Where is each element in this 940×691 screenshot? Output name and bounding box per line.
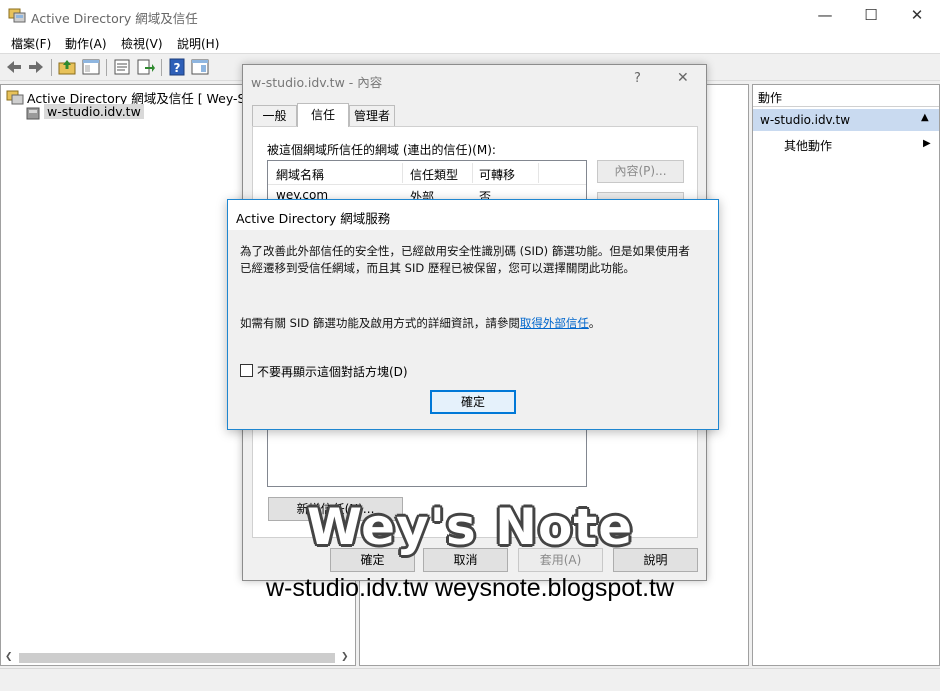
message-info-line: 如需有關 SID 篩選功能及啟用方式的詳細資訊，請參閱取得外部信任。 — [240, 315, 600, 331]
maximize-button[interactable]: ☐ — [848, 0, 894, 31]
show-hide-tree-icon[interactable] — [81, 57, 101, 77]
menu-file[interactable]: 檔案(F) — [11, 35, 51, 52]
dont-show-again-checkbox[interactable] — [240, 364, 253, 377]
svg-text:?: ? — [174, 61, 181, 75]
up-folder-icon[interactable] — [57, 57, 77, 77]
tab-general[interactable]: 一般 — [252, 105, 297, 127]
actions-header-label: 動作 — [758, 91, 783, 105]
dont-show-again-label[interactable]: 不要再顯示這個對話方塊(D) — [257, 363, 408, 380]
column-divider — [402, 163, 403, 183]
properties-icon[interactable] — [112, 57, 132, 77]
ad-domains-app-icon — [8, 8, 26, 23]
mmc-window: Active Directory 網域及信任 — ☐ ✕ 檔案(F) 動作(A)… — [0, 0, 940, 691]
column-divider — [472, 163, 473, 183]
external-trust-help-link[interactable]: 取得外部信任 — [520, 316, 589, 330]
horizontal-scrollbar-thumb[interactable] — [19, 653, 335, 663]
title-bar[interactable]: Active Directory 網域及信任 — ☐ ✕ — [0, 0, 940, 31]
message-info-suffix: 。 — [588, 316, 601, 330]
message-title-bar[interactable]: Active Directory 網域服務 — [228, 200, 718, 230]
message-title: Active Directory 網域服務 — [236, 211, 391, 226]
submenu-arrow-icon: ▶ — [923, 138, 931, 149]
outgoing-trusts-label: 被這個網域所信任的網域 (連出的信任)(M): — [267, 143, 496, 157]
list-header: 網域名稱 信任類型 可轉移 — [268, 161, 586, 185]
tab-managed-by[interactable]: 管理者 — [349, 105, 395, 127]
toolbar-separator — [106, 59, 107, 76]
toolbar-separator — [161, 59, 162, 76]
scroll-left-icon[interactable]: ❮ — [5, 651, 15, 663]
back-icon[interactable] — [4, 57, 24, 77]
message-ok-button[interactable]: 確定 — [430, 390, 516, 414]
actions-section-domain[interactable]: w-studio.idv.tw ▲ — [753, 109, 939, 131]
column-divider — [538, 163, 539, 183]
sid-filtering-message-box: Active Directory 網域服務 為了改善此外部信任的安全性，已經啟用… — [227, 199, 719, 430]
menu-bar: 檔案(F) 動作(A) 檢視(V) 說明(H) — [0, 31, 940, 53]
ad-domains-root-icon — [6, 90, 24, 105]
actions-header: 動作 — [753, 85, 939, 107]
tab-trusts[interactable]: 信任 — [297, 103, 349, 127]
column-transitive[interactable]: 可轉移 — [479, 166, 515, 183]
message-info-prefix: 如需有關 SID 篩選功能及啟用方式的詳細資訊，請參閱 — [240, 316, 520, 330]
export-list-icon[interactable] — [136, 57, 156, 77]
column-domain-name[interactable]: 網域名稱 — [276, 166, 324, 183]
scroll-right-icon[interactable]: ❯ — [341, 651, 351, 663]
close-button[interactable]: ✕ — [894, 0, 940, 31]
message-line-1: 為了改善此外部信任的安全性，已經啟用安全性識別碼 (SID) 篩選功能。但是如果… — [240, 244, 690, 258]
help-icon[interactable]: ? — [167, 57, 187, 77]
watermark-title: Wey's Note — [306, 498, 634, 556]
action-more-actions[interactable]: 其他動作 — [784, 137, 832, 154]
menu-action[interactable]: 動作(A) — [65, 35, 107, 52]
collapse-arrow-icon[interactable]: ▲ — [921, 112, 929, 123]
show-action-pane-icon[interactable] — [190, 57, 210, 77]
minimize-button[interactable]: — — [802, 0, 848, 31]
actions-section-label: w-studio.idv.tw — [760, 113, 851, 127]
trust-properties-button[interactable]: 內容(P)... — [597, 160, 684, 183]
forward-icon[interactable] — [26, 57, 46, 77]
status-bar — [0, 668, 940, 691]
toolbar-separator — [51, 59, 52, 76]
window-title: Active Directory 網域及信任 — [31, 11, 198, 26]
domain-icon — [26, 107, 40, 120]
tree-domain-item[interactable]: w-studio.idv.tw — [44, 104, 144, 119]
message-line-2: 已經遷移到受信任網域，而且其 SID 歷程已被保留，您可以選擇關閉此功能。 — [240, 261, 635, 275]
dialog-title: w-studio.idv.tw - 內容 — [251, 75, 383, 90]
menu-help[interactable]: 說明(H) — [177, 35, 219, 52]
dialog-close-button[interactable]: ✕ — [677, 70, 689, 86]
menu-view[interactable]: 檢視(V) — [121, 35, 163, 52]
column-trust-type[interactable]: 信任類型 — [410, 166, 458, 183]
watermark-subtitle: w-studio.idv.tw weysnote.blogspot.tw — [265, 574, 675, 602]
dialog-help-button[interactable]: ? — [634, 71, 641, 86]
